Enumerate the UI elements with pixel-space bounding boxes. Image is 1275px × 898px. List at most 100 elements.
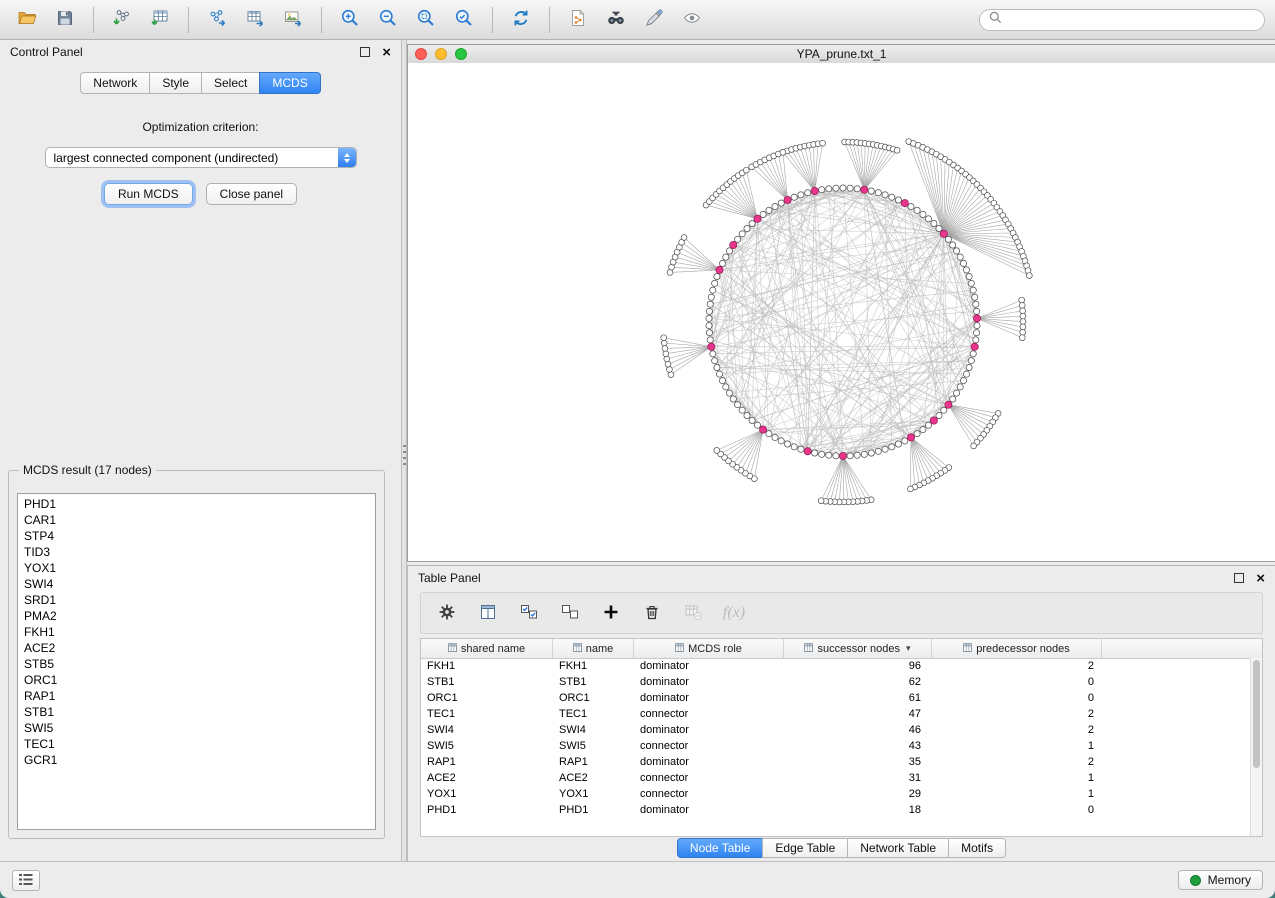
result-node-item[interactable]: STB5 <box>18 656 375 672</box>
cell: ORC1 <box>421 692 553 704</box>
float-table-panel-icon[interactable] <box>1234 573 1244 583</box>
delete-row-button[interactable] <box>640 601 664 625</box>
table-row[interactable]: FKH1FKH1dominator962 <box>421 658 1250 674</box>
table-scrollbar[interactable] <box>1250 658 1262 836</box>
cell: dominator <box>634 676 784 688</box>
result-node-item[interactable]: ACE2 <box>18 640 375 656</box>
toolbar-export-network-button[interactable] <box>200 5 234 35</box>
cell: STB1 <box>553 676 634 688</box>
toolbar-search-network-button[interactable] <box>599 5 633 35</box>
cell: 1 <box>932 788 1102 800</box>
cell: 47 <box>784 708 932 720</box>
tab-mcds[interactable]: MCDS <box>259 72 320 94</box>
memory-button[interactable]: Memory <box>1178 870 1263 890</box>
minimize-window-icon[interactable] <box>435 48 447 60</box>
column-header-successor-nodes[interactable]: successor nodes▾ <box>784 639 932 658</box>
gear-button[interactable] <box>435 601 459 625</box>
control-panel-tabs: NetworkStyleSelectMCDS <box>0 72 401 94</box>
table-row[interactable]: ACE2ACE2connector311 <box>421 770 1250 786</box>
toolbar-save-session-button[interactable] <box>48 5 82 35</box>
tab-style[interactable]: Style <box>149 72 202 94</box>
result-node-item[interactable]: STB1 <box>18 704 375 720</box>
table-row[interactable]: RAP1RAP1dominator352 <box>421 754 1250 770</box>
gear-icon <box>437 602 457 625</box>
tab-network-table[interactable]: Network Table <box>847 838 949 858</box>
add-row-button[interactable] <box>599 601 623 625</box>
cell: 0 <box>932 804 1102 816</box>
toolbar-share-document-button[interactable] <box>561 5 595 35</box>
result-node-item[interactable]: YOX1 <box>18 560 375 576</box>
cell: SWI4 <box>421 724 553 736</box>
toolbar-export-table-button[interactable] <box>238 5 272 35</box>
result-node-item[interactable]: CAR1 <box>18 512 375 528</box>
toolbar-open-file-button[interactable] <box>10 5 44 35</box>
column-header-predecessor-nodes[interactable]: predecessor nodes <box>932 639 1102 658</box>
network-canvas[interactable] <box>408 63 1275 561</box>
column-header-name[interactable]: name <box>553 639 634 658</box>
scrollbar-thumb[interactable] <box>1253 660 1260 768</box>
toolbar-export-image-button[interactable] <box>276 5 310 35</box>
table-row[interactable]: YOX1YOX1connector291 <box>421 786 1250 802</box>
cell: SWI4 <box>553 724 634 736</box>
column-header-MCDS-role[interactable]: MCDS role <box>634 639 784 658</box>
result-node-item[interactable]: SWI4 <box>18 576 375 592</box>
result-node-item[interactable]: PHD1 <box>18 496 375 512</box>
network-graph <box>408 63 1275 561</box>
table-row[interactable]: ORC1ORC1dominator610 <box>421 690 1250 706</box>
table-row[interactable]: STB1STB1dominator620 <box>421 674 1250 690</box>
cell: 0 <box>932 676 1102 688</box>
cell: PHD1 <box>553 804 634 816</box>
result-node-item[interactable]: RAP1 <box>18 688 375 704</box>
toolbar-show-hide-button[interactable] <box>675 5 709 35</box>
open-file-icon <box>17 8 37 31</box>
panel-menu-button[interactable] <box>12 870 40 891</box>
table-row[interactable]: TEC1TEC1connector472 <box>421 706 1250 722</box>
column-header-shared-name[interactable]: shared name <box>421 639 553 658</box>
toolbar-zoom-fit-button[interactable] <box>409 5 443 35</box>
run-mcds-button[interactable]: Run MCDS <box>104 183 193 205</box>
column-manager-button[interactable] <box>476 601 500 625</box>
float-panel-icon[interactable] <box>360 47 370 57</box>
close-panel-button[interactable]: Close panel <box>206 183 297 205</box>
criterion-dropdown[interactable]: largest connected component (undirected) <box>45 147 357 168</box>
tab-select[interactable]: Select <box>201 72 260 94</box>
close-window-icon[interactable] <box>415 48 427 60</box>
result-node-item[interactable]: SWI5 <box>18 720 375 736</box>
toolbar-zoom-selected-button[interactable] <box>447 5 481 35</box>
function-builder-button: f(x) <box>722 601 746 625</box>
window-controls <box>415 48 467 60</box>
cell: 35 <box>784 756 932 768</box>
result-node-item[interactable]: PMA2 <box>18 608 375 624</box>
deselect-all-button[interactable] <box>558 601 582 625</box>
tab-motifs[interactable]: Motifs <box>948 838 1006 858</box>
result-node-item[interactable]: TID3 <box>18 544 375 560</box>
toolbar-import-network-button[interactable] <box>105 5 139 35</box>
close-table-panel-icon[interactable]: × <box>1256 571 1265 586</box>
close-panel-icon[interactable]: × <box>382 45 391 60</box>
toolbar-import-table-button[interactable] <box>143 5 177 35</box>
result-node-item[interactable]: FKH1 <box>18 624 375 640</box>
toolbar-zoom-in-button[interactable] <box>333 5 367 35</box>
cell: 1 <box>932 772 1102 784</box>
table-row[interactable]: SWI5SWI5connector431 <box>421 738 1250 754</box>
toolbar-style-brush-button[interactable] <box>637 5 671 35</box>
memory-status-icon <box>1190 875 1201 886</box>
table-row[interactable]: PHD1PHD1dominator180 <box>421 802 1250 818</box>
result-node-item[interactable]: TEC1 <box>18 736 375 752</box>
result-node-item[interactable]: ORC1 <box>18 672 375 688</box>
tab-edge-table[interactable]: Edge Table <box>762 838 848 858</box>
table-row[interactable]: SWI4SWI4dominator462 <box>421 722 1250 738</box>
tab-node-table[interactable]: Node Table <box>677 838 764 858</box>
toolbar-zoom-out-button[interactable] <box>371 5 405 35</box>
cell: connector <box>634 788 784 800</box>
search-input[interactable] <box>1007 12 1255 28</box>
import-table-icon <box>150 8 170 31</box>
result-node-item[interactable]: SRD1 <box>18 592 375 608</box>
result-node-item[interactable]: GCR1 <box>18 752 375 768</box>
maximize-window-icon[interactable] <box>455 48 467 60</box>
control-panel-title: Control Panel <box>10 45 360 59</box>
result-node-item[interactable]: STP4 <box>18 528 375 544</box>
toolbar-refresh-view-button[interactable] <box>504 5 538 35</box>
select-all-button[interactable] <box>517 601 541 625</box>
tab-network[interactable]: Network <box>80 72 150 94</box>
